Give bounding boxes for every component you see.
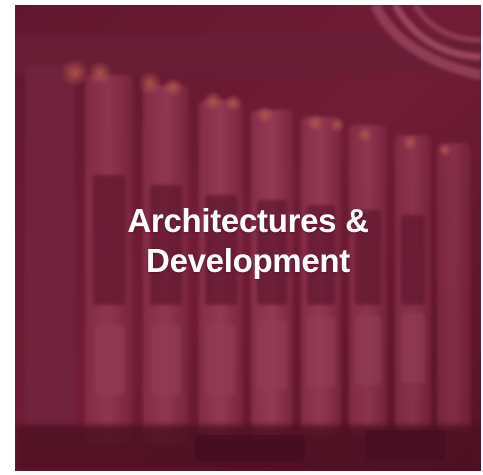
tile-title-line2: Development [146, 242, 350, 279]
architectures-development-tile[interactable]: Architectures & Development [15, 5, 481, 471]
tile-title[interactable]: Architectures & Development [15, 201, 481, 281]
tile-title-line1: Architectures & [127, 202, 369, 239]
